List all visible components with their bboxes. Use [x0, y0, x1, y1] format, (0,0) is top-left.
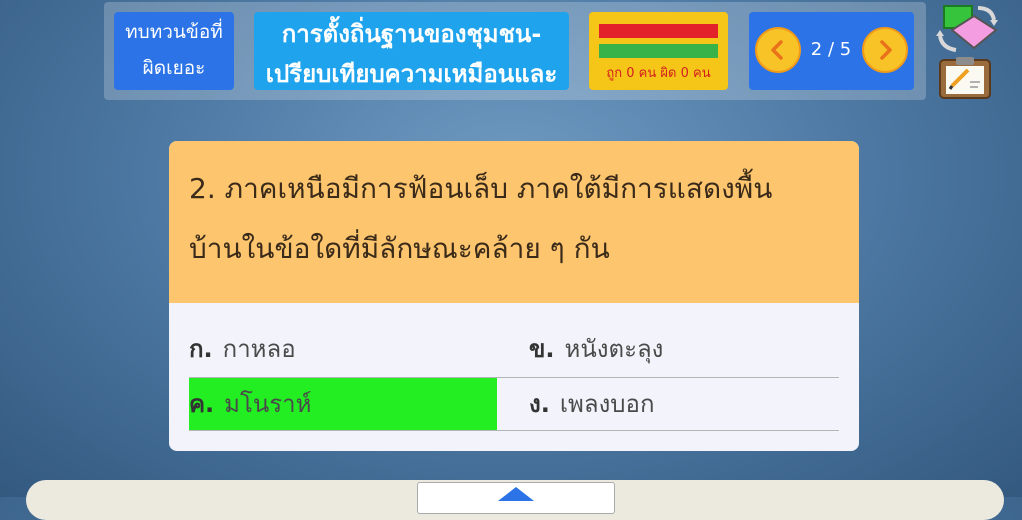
- option-a-label: ก.: [189, 335, 213, 363]
- option-divider: [189, 430, 839, 431]
- option-d[interactable]: ง. เพลงบอก: [529, 378, 829, 430]
- shuffle-cards-icon: [936, 5, 998, 52]
- score-panel: ถูก 0 คน ผิด 0 คน: [589, 12, 728, 90]
- arrow-up-icon: [498, 487, 534, 501]
- notes-button[interactable]: [938, 56, 992, 100]
- option-b-text: หนังตะลุง: [564, 335, 664, 363]
- option-d-label: ง.: [529, 390, 550, 418]
- score-text: ถูก 0 คน ผิด 0 คน: [606, 66, 711, 81]
- previous-question-button[interactable]: [755, 27, 801, 73]
- option-d-text: เพลงบอก: [559, 390, 655, 418]
- question-line-2: บ้านในข้อใดที่มีลักษณะคล้าย ๆ กัน: [189, 232, 610, 265]
- review-wrong-answers-button[interactable]: ทบทวนข้อที่ ผิดเยอะ: [114, 12, 234, 90]
- question-navigation: 2 / 5: [749, 12, 914, 90]
- lesson-title-line-1: การตั้งถิ่นฐานของชุมชน-: [281, 20, 542, 48]
- option-a[interactable]: ก. กาหลอ: [189, 323, 497, 375]
- wrong-score-bar: [599, 24, 718, 38]
- review-button-line-2: ผิดเยอะ: [142, 57, 206, 79]
- option-c-label: ค.: [189, 390, 215, 418]
- question-line-1: 2. ภาคเหนือมีการฟ้อนเล็บ ภาคใต้มีการแสดง…: [189, 172, 773, 205]
- question-card: 2. ภาคเหนือมีการฟ้อนเล็บ ภาคใต้มีการแสดง…: [169, 141, 859, 451]
- option-a-text: กาหลอ: [222, 335, 296, 363]
- option-b-label: ข.: [529, 335, 555, 363]
- lesson-title: การตั้งถิ่นฐานของชุมชน- เปรียบเทียบความเ…: [254, 12, 569, 90]
- bottom-tab-button[interactable]: [417, 482, 615, 514]
- clipboard-notes-icon: [939, 57, 991, 99]
- lesson-title-line-2: เปรียบเทียบความเหมือนและ: [265, 60, 558, 88]
- chevron-left-icon: [771, 40, 783, 60]
- chevron-right-icon: [880, 40, 892, 60]
- question-text: 2. ภาคเหนือมีการฟ้อนเล็บ ภาคใต้มีการแสดง…: [169, 141, 859, 303]
- option-c-text: มโนราห์: [224, 390, 312, 418]
- page-indicator: 2 / 5: [810, 39, 852, 60]
- correct-score-bar: [599, 44, 718, 58]
- next-question-button[interactable]: [862, 27, 908, 73]
- review-button-line-1: ทบทวนข้อที่: [125, 21, 223, 43]
- option-b[interactable]: ข. หนังตะลุง: [529, 323, 829, 375]
- shuffle-cards-button[interactable]: [936, 2, 1002, 54]
- option-c-selected[interactable]: ค. มโนราห์: [189, 378, 497, 430]
